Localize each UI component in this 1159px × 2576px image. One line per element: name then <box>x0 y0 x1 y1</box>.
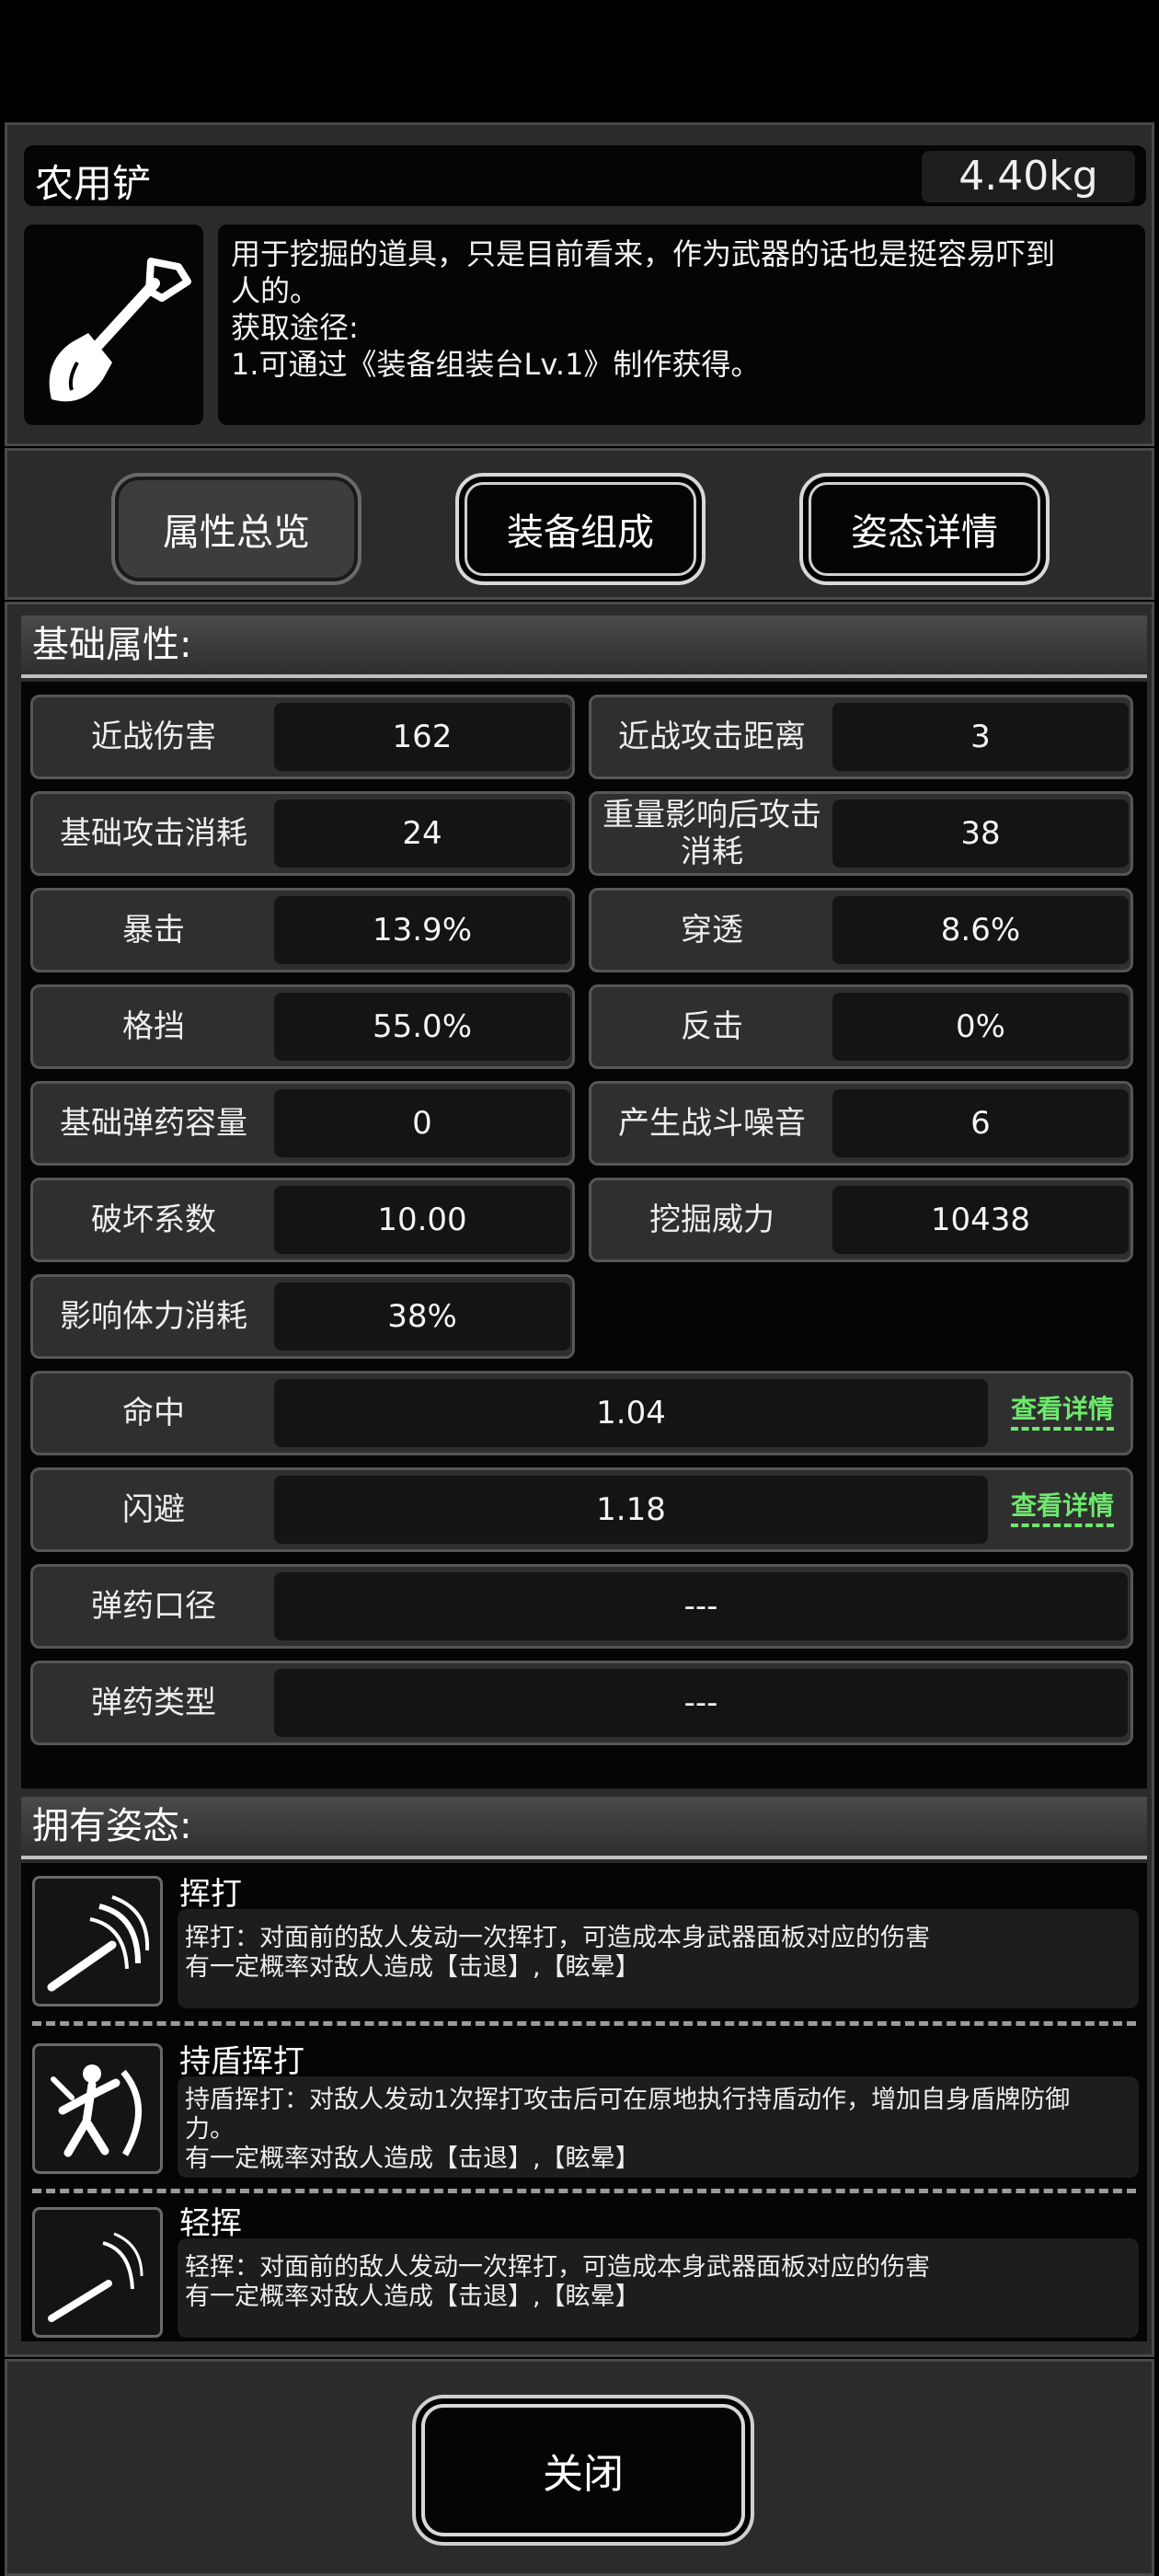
evasion-details-link[interactable]: 查看详情 <box>1010 1489 1114 1527</box>
pose-desc-line: 有一定概率对敌人造成【击退】,【眩晕】 <box>185 1953 640 1982</box>
stat-label: 挖掘威力 <box>649 1202 775 1238</box>
stat-penetration: 穿透 8.6% <box>589 888 1133 972</box>
stat-weighted-attack-cost: 重量影响后攻击消耗 38 <box>589 791 1133 876</box>
light-swing-icon <box>48 2232 143 2322</box>
item-weight: 4.40kg <box>922 151 1135 202</box>
stat-label: 反击 <box>681 1008 743 1045</box>
item-icon-box <box>24 224 203 425</box>
stat-value: 38 <box>832 799 1129 868</box>
tab-composition[interactable]: 装备组成 <box>455 473 706 585</box>
swing-icon <box>47 1895 150 1992</box>
stat-value: 0 <box>274 1089 570 1157</box>
stat-label: 基础弹药容量 <box>60 1105 247 1142</box>
item-title-bar: 农用铲 4.40kg <box>24 145 1146 206</box>
item-header-panel: 农用铲 4.40kg 用于挖掘的道具，只是目前看来，作为武器的话也是挺容易吓到 … <box>5 122 1154 446</box>
stat-label: 格挡 <box>122 1008 185 1045</box>
pose-divider <box>32 2021 1136 2026</box>
stat-value: 10.00 <box>274 1186 570 1254</box>
stat-label: 闪避 <box>122 1491 185 1528</box>
pose-name: 挥打 <box>179 1876 242 1913</box>
stat-value: 162 <box>274 703 570 771</box>
description-line: 获取途径: <box>231 310 359 345</box>
stat-label: 产生战斗噪音 <box>618 1105 806 1142</box>
stat-value: 0% <box>832 993 1129 1061</box>
stat-label: 近战伤害 <box>91 719 216 755</box>
pose-desc-line: 有一定概率对敌人造成【击退】,【眩晕】 <box>185 2145 640 2173</box>
base-stats-area: 近战伤害 162 近战攻击距离 3 基础攻击消耗 24 重量影响后攻击消耗 38… <box>21 682 1147 1788</box>
footer-panel: 关闭 <box>5 2359 1154 2576</box>
stat-ammo-capacity: 基础弹药容量 0 <box>30 1081 575 1166</box>
pose-icon-box <box>32 2043 163 2174</box>
stat-value: --- <box>274 1572 1128 1640</box>
description-line: 1.可通过《装备组装台Lv.1》制作获得。 <box>231 347 761 382</box>
stat-value: 55.0% <box>274 993 570 1061</box>
stat-label: 基础攻击消耗 <box>60 815 247 852</box>
pose-description: 挥打：对面前的敌人发动一次挥打，可造成本身武器面板对应的伤害 有一定概率对敌人造… <box>178 1909 1139 2008</box>
stat-label: 弹药类型 <box>91 1685 216 1721</box>
poses-list: 挥打 挥打：对面前的敌人发动一次挥打，可造成本身武器面板对应的伤害 有一定概率对… <box>21 1863 1147 2341</box>
stat-value: 10438 <box>832 1186 1129 1254</box>
stat-melee-damage: 近战伤害 162 <box>30 695 575 779</box>
stat-accuracy: 命中 1.04 查看详情 <box>30 1371 1133 1455</box>
stat-ammo-type: 弹药类型 --- <box>30 1661 1133 1745</box>
pose-description: 持盾挥打：对敌人发动1次挥打攻击后可在原地执行持盾动作，增加自身盾牌防御 力。 … <box>178 2076 1139 2178</box>
description-line: 人的。 <box>231 273 320 308</box>
stat-base-attack-cost: 基础攻击消耗 24 <box>30 791 575 876</box>
close-button[interactable]: 关闭 <box>412 2395 754 2546</box>
stat-value: 38% <box>274 1282 570 1351</box>
base-stats-heading: 基础属性: <box>21 615 1147 678</box>
stat-label: 弹药口径 <box>91 1588 216 1625</box>
tab-bar: 属性总览 装备组成 姿态详情 <box>5 448 1154 600</box>
stat-value: 6 <box>832 1089 1129 1157</box>
stat-value: 13.9% <box>274 896 570 964</box>
stat-counter: 反击 0% <box>589 984 1133 1069</box>
stat-value: --- <box>274 1669 1128 1737</box>
pose-divider <box>32 2189 1136 2193</box>
attributes-panel: 基础属性: 近战伤害 162 近战攻击距离 3 基础攻击消耗 24 重量影响后攻… <box>5 602 1154 2357</box>
shield-swing-icon <box>51 2064 142 2157</box>
pose-desc-line: 力。 <box>185 2115 235 2144</box>
stat-evasion: 闪避 1.18 查看详情 <box>30 1467 1133 1552</box>
pose-icon-box <box>32 1876 163 2007</box>
pose-icon-box <box>32 2207 163 2338</box>
stat-block: 格挡 55.0% <box>30 984 575 1069</box>
stat-ammo-caliber: 弹药口径 --- <box>30 1564 1133 1649</box>
stat-label: 近战攻击距离 <box>618 719 806 755</box>
stat-value: 24 <box>274 799 570 868</box>
accuracy-details-link[interactable]: 查看详情 <box>1010 1392 1114 1431</box>
tab-overview[interactable]: 属性总览 <box>111 473 361 585</box>
stat-label: 重量影响后攻击消耗 <box>602 797 821 870</box>
item-name: 农用铲 <box>35 161 152 206</box>
stat-destruction: 破坏系数 10.00 <box>30 1178 575 1262</box>
pose-name: 持盾挥打 <box>179 2043 304 2080</box>
item-description: 用于挖掘的道具，只是目前看来，作为武器的话也是挺容易吓到 人的。 获取途径: 1… <box>218 224 1145 425</box>
stat-critical: 暴击 13.9% <box>30 888 575 972</box>
pose-description: 轻挥：对面前的敌人发动一次挥打，可造成本身武器面板对应的伤害 有一定概率对敌人造… <box>178 2238 1139 2338</box>
stat-label: 破坏系数 <box>91 1202 216 1238</box>
stat-value: 3 <box>832 703 1129 771</box>
pose-name: 轻挥 <box>179 2205 242 2242</box>
pose-desc-line: 挥打：对面前的敌人发动一次挥打，可造成本身武器面板对应的伤害 <box>185 1924 930 1952</box>
stat-dig-power: 挖掘威力 10438 <box>589 1178 1133 1262</box>
tab-pose-details[interactable]: 姿态详情 <box>799 473 1050 585</box>
pose-desc-line: 持盾挥打：对敌人发动1次挥打攻击后可在原地执行持盾动作，增加自身盾牌防御 <box>185 2086 1071 2114</box>
stat-label: 命中 <box>122 1395 185 1432</box>
stat-label: 暴击 <box>122 912 185 949</box>
stat-stamina-cost: 影响体力消耗 38% <box>30 1274 575 1359</box>
stat-combat-noise: 产生战斗噪音 6 <box>589 1081 1133 1166</box>
stat-label: 影响体力消耗 <box>60 1298 247 1335</box>
stat-value: 1.18 <box>274 1476 988 1544</box>
poses-heading: 拥有姿态: <box>21 1797 1147 1859</box>
stat-melee-range: 近战攻击距离 3 <box>589 695 1133 779</box>
stat-label: 穿透 <box>681 912 743 949</box>
description-line: 用于挖掘的道具，只是目前看来，作为武器的话也是挺容易吓到 <box>231 236 1056 271</box>
pose-desc-line: 轻挥：对面前的敌人发动一次挥打，可造成本身武器面板对应的伤害 <box>185 2253 930 2282</box>
stat-value: 1.04 <box>274 1379 988 1447</box>
shovel-icon <box>49 258 191 402</box>
stat-value: 8.6% <box>832 896 1129 964</box>
pose-desc-line: 有一定概率对敌人造成【击退】,【眩晕】 <box>185 2283 640 2311</box>
